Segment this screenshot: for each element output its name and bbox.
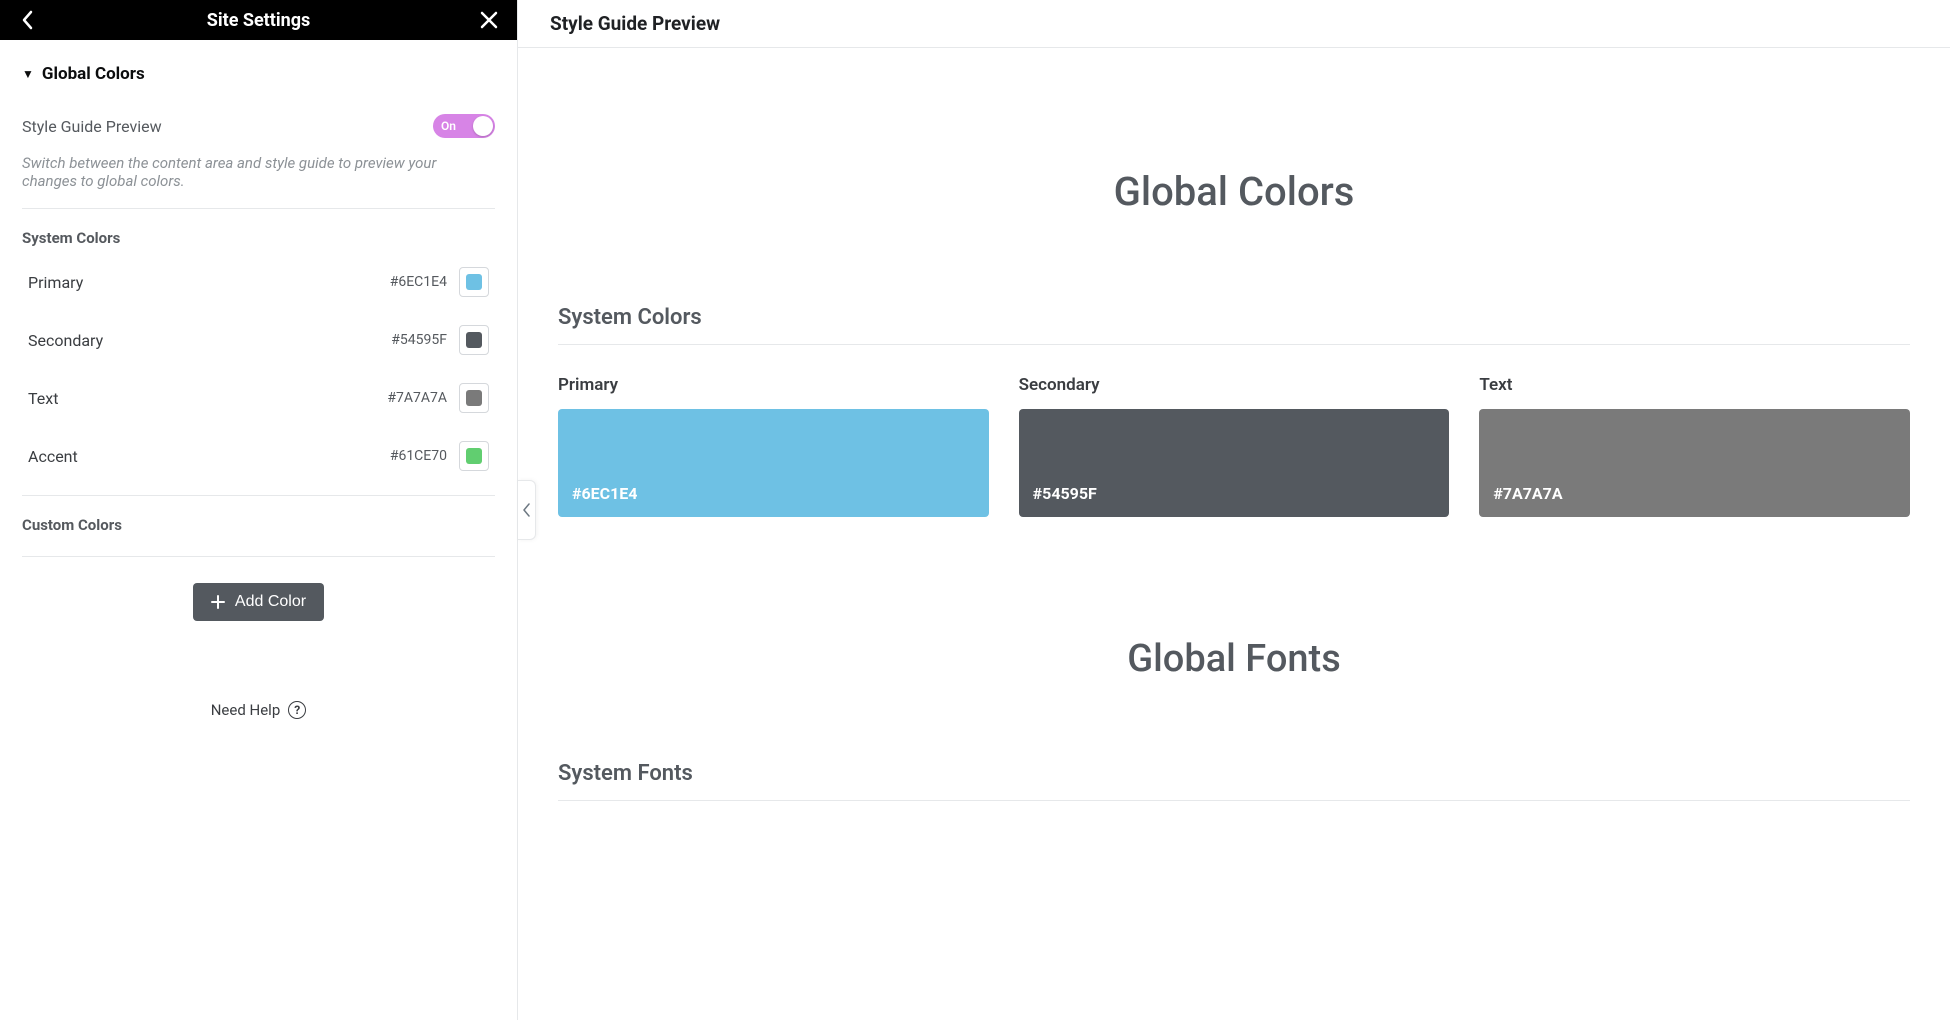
system-fonts-heading: System Fonts [558, 761, 1910, 801]
color-card-secondary: Secondary #54595F [1019, 375, 1450, 517]
panel-body: ▼ Global Colors Style Guide Preview On S… [0, 40, 517, 743]
app-root: Site Settings ▼ Global Colors Style Guid… [0, 0, 1950, 1020]
style-guide-preview-row: Style Guide Preview On [22, 114, 495, 138]
color-card-swatch: #54595F [1019, 409, 1450, 517]
chevron-left-icon [523, 503, 531, 517]
color-card-title: Primary [558, 375, 989, 395]
color-card-hex: #54595F [1033, 484, 1097, 503]
add-color-button[interactable]: Add Color [193, 583, 324, 621]
color-row-accent[interactable]: Accent #61CE70 [22, 427, 495, 485]
color-swatch-icon [466, 390, 482, 406]
color-row-secondary[interactable]: Secondary #54595F [22, 311, 495, 369]
color-name: Accent [28, 447, 78, 466]
color-name: Secondary [28, 331, 103, 350]
preview-area: Style Guide Preview Global Colors System… [518, 0, 1950, 1020]
color-card-title: Text [1479, 375, 1910, 395]
plus-icon [211, 595, 225, 609]
color-hex: #54595F [391, 332, 447, 348]
divider [22, 495, 495, 496]
toggle-knob [473, 116, 493, 136]
color-card-hex: #7A7A7A [1493, 484, 1562, 503]
color-card-title: Secondary [1019, 375, 1450, 395]
section-title: Global Colors [42, 64, 145, 84]
close-icon [480, 11, 498, 29]
panel-collapse-handle[interactable] [518, 480, 536, 540]
section-description: Switch between the content area and styl… [22, 154, 495, 209]
toggle-state-text: On [441, 119, 456, 133]
settings-panel: Site Settings ▼ Global Colors Style Guid… [0, 0, 518, 1020]
section-global-colors-toggle[interactable]: ▼ Global Colors [22, 56, 495, 96]
caret-down-icon: ▼ [22, 67, 34, 81]
color-card-swatch: #7A7A7A [1479, 409, 1910, 517]
color-swatch-button[interactable] [459, 441, 489, 471]
color-swatch-icon [466, 448, 482, 464]
add-color-label: Add Color [235, 593, 306, 611]
color-swatch-button[interactable] [459, 383, 489, 413]
system-colors-list: Primary #6EC1E4 Secondary #54595F Text [22, 253, 495, 485]
system-colors-heading: System Colors [22, 229, 495, 247]
global-fonts-heading: Global Fonts [558, 637, 1910, 681]
color-name: Primary [28, 273, 83, 292]
color-swatch-button[interactable] [459, 267, 489, 297]
help-icon: ? [288, 701, 306, 719]
close-button[interactable] [467, 0, 511, 40]
custom-colors-heading: Custom Colors [22, 516, 495, 534]
color-hex: #61CE70 [390, 448, 447, 464]
style-guide-preview-toggle[interactable]: On [433, 114, 495, 138]
divider [22, 556, 495, 557]
color-name: Text [28, 389, 58, 408]
color-card-primary: Primary #6EC1E4 [558, 375, 989, 517]
chevron-left-icon [21, 10, 35, 30]
preview-title: Style Guide Preview [550, 12, 720, 35]
color-card-hex: #6EC1E4 [572, 484, 637, 503]
color-swatch-icon [466, 274, 482, 290]
toggle-label: Style Guide Preview [22, 117, 162, 136]
color-cards: Primary #6EC1E4 Secondary #54595F Text #… [558, 375, 1910, 517]
panel-title: Site Settings [207, 10, 311, 31]
system-colors-heading: System Colors [558, 305, 1910, 345]
back-button[interactable] [6, 0, 50, 40]
color-hex: #7A7A7A [387, 390, 447, 406]
color-swatch-icon [466, 332, 482, 348]
color-row-text[interactable]: Text #7A7A7A [22, 369, 495, 427]
panel-header: Site Settings [0, 0, 517, 40]
color-swatch-button[interactable] [459, 325, 489, 355]
color-card-swatch: #6EC1E4 [558, 409, 989, 517]
color-card-text: Text #7A7A7A [1479, 375, 1910, 517]
need-help-label: Need Help [211, 701, 281, 719]
preview-body: Global Colors System Colors Primary #6EC… [518, 48, 1950, 861]
global-colors-heading: Global Colors [558, 168, 1910, 215]
color-row-primary[interactable]: Primary #6EC1E4 [22, 253, 495, 311]
color-hex: #6EC1E4 [390, 274, 447, 290]
preview-header: Style Guide Preview [518, 0, 1950, 48]
need-help-link[interactable]: Need Help ? [211, 701, 307, 719]
